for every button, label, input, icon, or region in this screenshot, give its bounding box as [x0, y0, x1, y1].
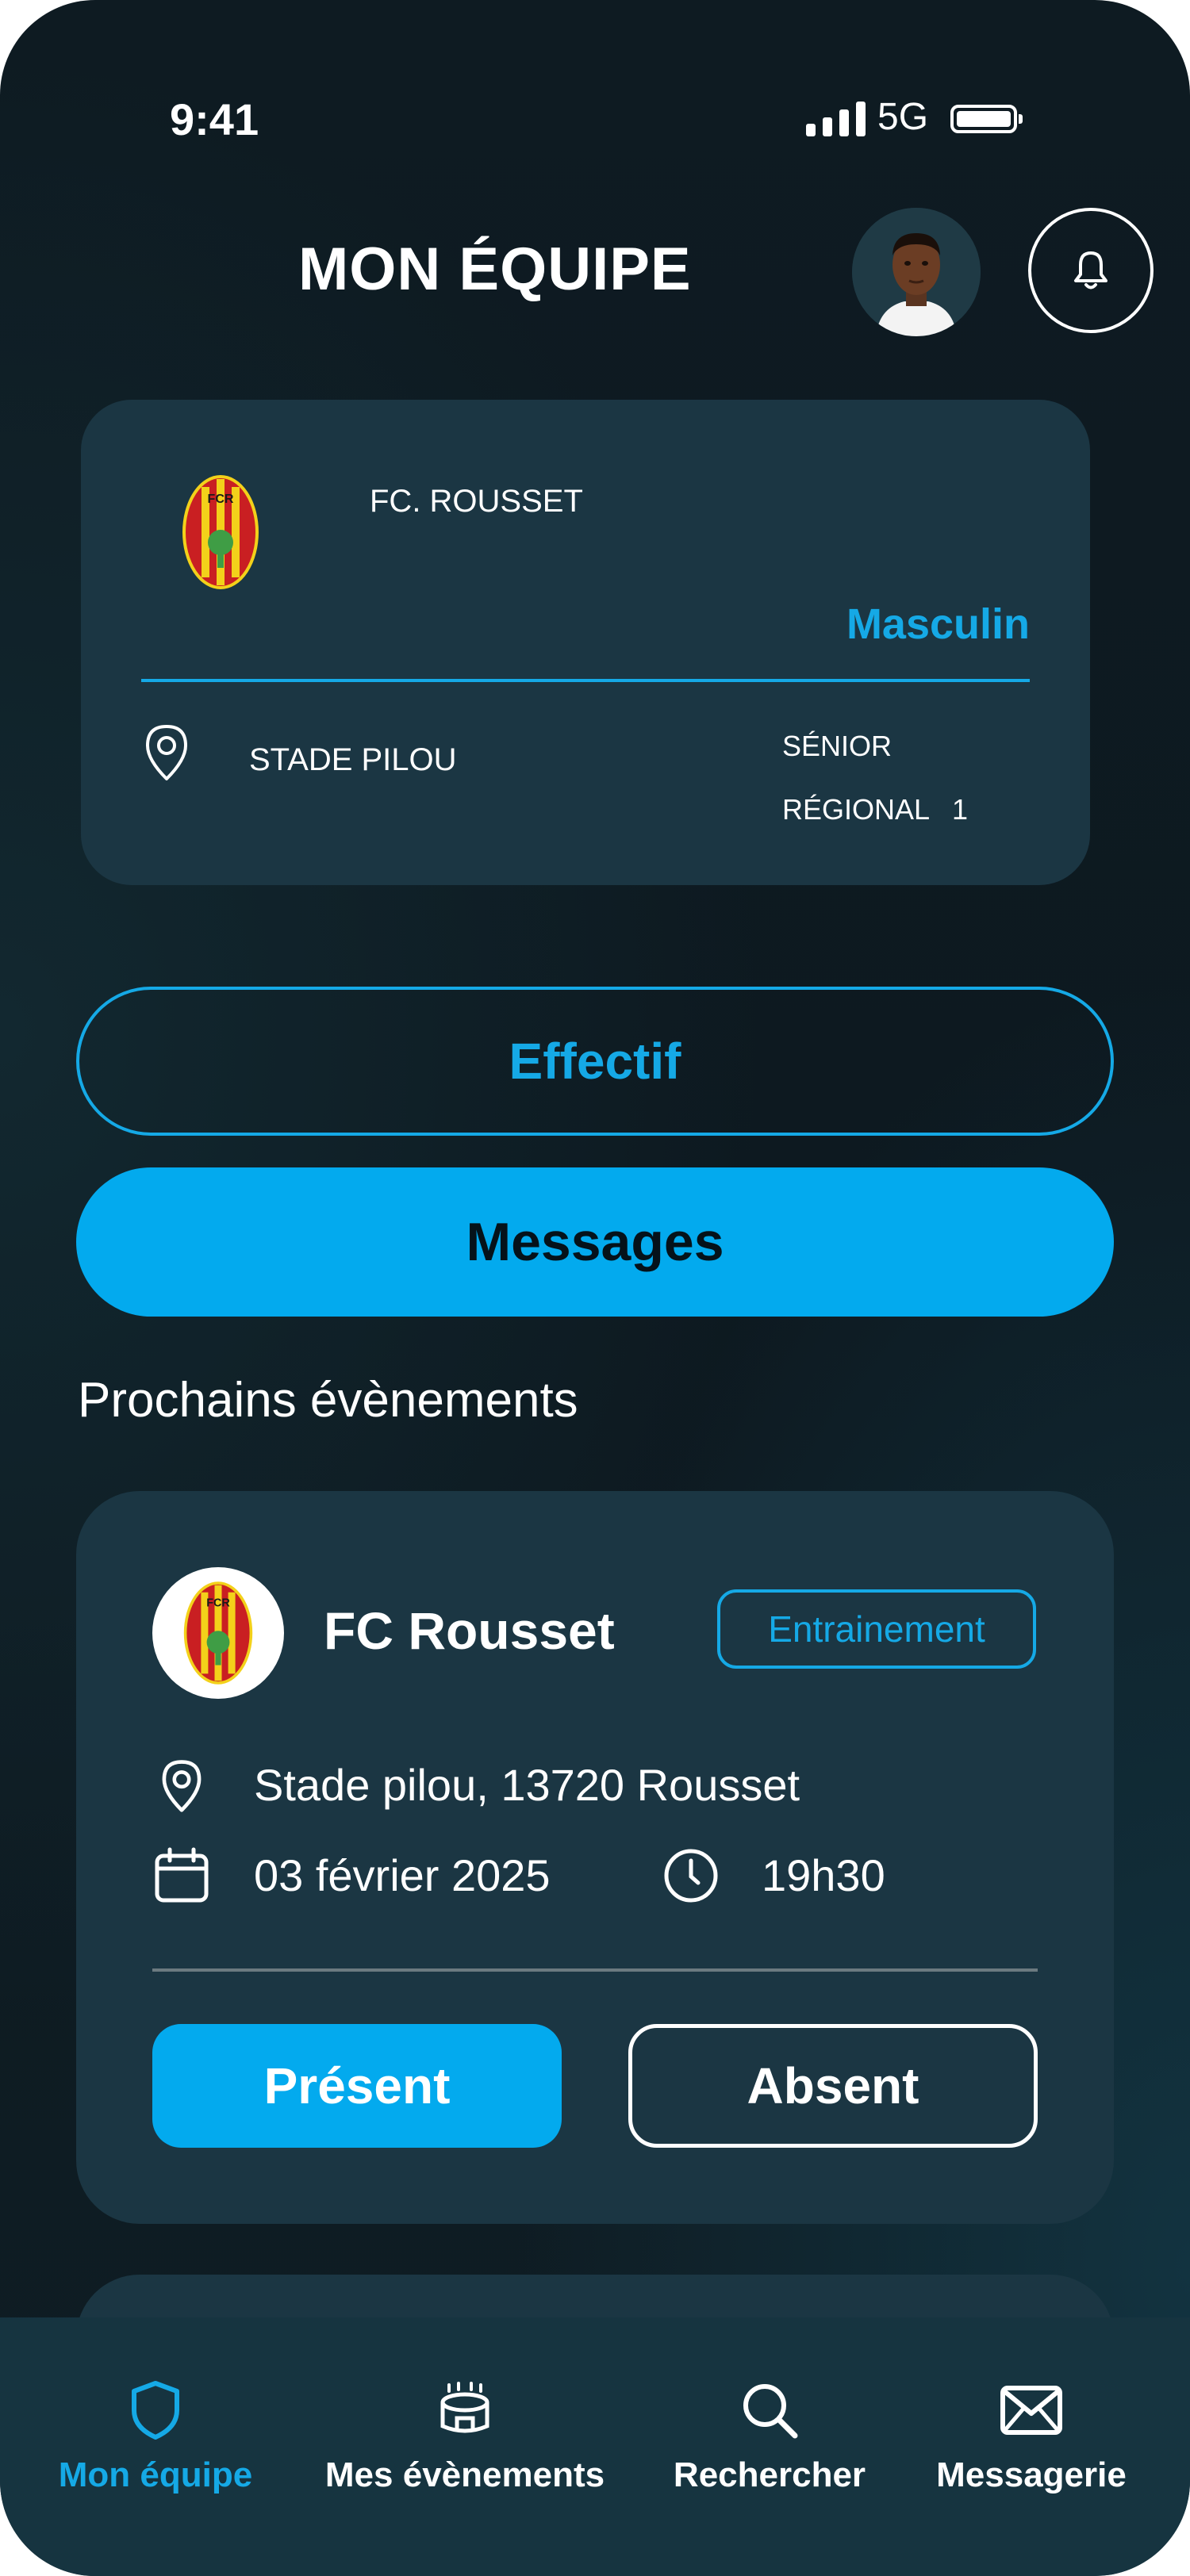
tab-bar: Mon équipe Mes évènements Rechercher Mes…: [0, 2317, 1190, 2576]
absent-button[interactable]: Absent: [628, 2024, 1038, 2148]
section-title: Prochains évènements: [78, 1373, 578, 1428]
phone-screen: 9:41 5G MON ÉQUIPE FCR FC. ROUSSET Mascu…: [0, 0, 1190, 2576]
tab-rechercher[interactable]: Rechercher: [651, 2317, 889, 2576]
avatar-photo: [852, 208, 981, 336]
status-time: 9:41: [170, 94, 259, 144]
event-time: 19h30: [762, 1850, 885, 1900]
event-team-logo: FCR: [152, 1567, 284, 1699]
logo-letters: FCR: [208, 493, 234, 506]
envelope-icon: [1000, 2375, 1063, 2446]
page-title: MON ÉQUIPE: [298, 236, 692, 303]
messages-button[interactable]: Messages: [76, 1167, 1114, 1317]
event-team-name: FC Rousset: [324, 1601, 615, 1660]
effectif-button[interactable]: Effectif: [76, 987, 1114, 1136]
tab-mes-evenements[interactable]: Mes évènements: [305, 2317, 625, 2576]
stadium-name: STADE PILOU: [249, 742, 457, 777]
division-level: 1: [952, 793, 969, 826]
event-location: Stade pilou, 13720 Rousset: [254, 1760, 800, 1810]
team-name: FC. ROUSSET: [370, 484, 583, 519]
tab-messagerie[interactable]: Messagerie: [912, 2317, 1150, 2576]
present-button[interactable]: Présent: [152, 2024, 562, 2148]
clock-icon: [662, 1846, 720, 1909]
location-pin-icon: [154, 1756, 209, 1819]
tab-label: Rechercher: [673, 2455, 866, 2494]
event-date: 03 février 2025: [254, 1850, 551, 1900]
team-gender: Masculin: [846, 600, 1030, 648]
stadium-icon: [436, 2375, 493, 2446]
calendar-icon: [152, 1846, 211, 1909]
location-pin-icon: [136, 720, 197, 788]
bell-icon: [1074, 251, 1107, 289]
search-icon: [738, 2375, 801, 2446]
division-label: RÉGIONAL: [782, 793, 931, 826]
team-category: SÉNIOR: [782, 730, 892, 762]
battery-icon: [950, 105, 1023, 133]
divider: [141, 679, 1030, 682]
logo-letters: FCR: [206, 1597, 230, 1610]
divider: [152, 1968, 1038, 1972]
event-card[interactable]: FCR FC Rousset Entrainement Stade pilou,…: [76, 1491, 1114, 2224]
tab-label: Mes évènements: [324, 2455, 605, 2494]
team-card[interactable]: FCR FC. ROUSSET Masculin STADE PILOU SÉN…: [81, 400, 1090, 885]
tab-mon-equipe[interactable]: Mon équipe: [35, 2317, 276, 2576]
event-type-badge: Entrainement: [717, 1589, 1036, 1669]
tab-label: Messagerie: [936, 2455, 1127, 2494]
team-logo: FCR: [181, 473, 260, 596]
notifications-button[interactable]: [1028, 208, 1154, 333]
team-division: RÉGIONAL 1: [782, 793, 968, 826]
avatar[interactable]: [852, 208, 981, 336]
signal-icon: [806, 100, 866, 136]
network-label: 5G: [877, 96, 929, 138]
tab-label: Mon équipe: [58, 2455, 253, 2494]
shield-icon: [128, 2375, 183, 2446]
